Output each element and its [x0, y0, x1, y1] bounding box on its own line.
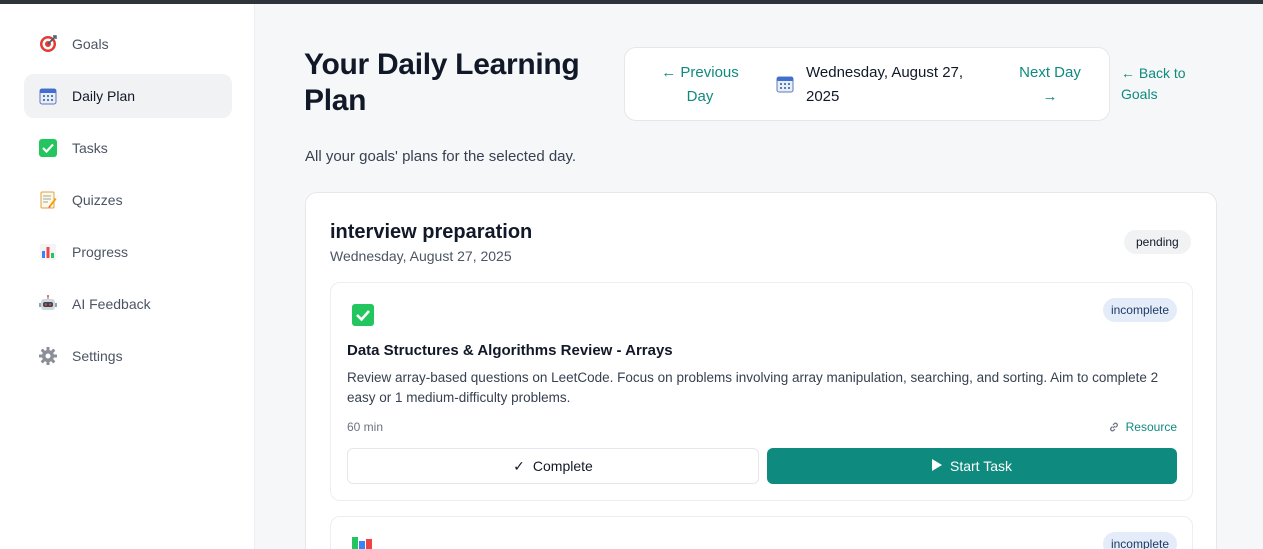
sidebar-item-label: Daily Plan: [72, 88, 136, 104]
play-icon: [932, 458, 942, 474]
link-icon: [1109, 422, 1118, 432]
books-icon: [351, 537, 375, 549]
status-badge: pending: [1124, 230, 1191, 254]
sidebar-item-label: Tasks: [72, 140, 108, 156]
complete-button[interactable]: ✓ Complete: [347, 448, 759, 484]
status-badge: incomplete: [1102, 298, 1177, 322]
resource-label: Resource: [1125, 420, 1177, 434]
checkbox-icon: [351, 303, 375, 327]
next-day-button[interactable]: Next Day →: [1010, 61, 1090, 109]
resource-link[interactable]: Resource: [1108, 420, 1177, 434]
status-badge: incomplete: [1102, 532, 1177, 549]
task-card: incomplete: [330, 516, 1193, 549]
calendar-icon: [38, 86, 58, 106]
bar-chart-icon: [38, 242, 58, 262]
checkbox-icon: [38, 138, 58, 158]
page-title: Your Daily Learning Plan: [304, 48, 580, 117]
sidebar-item-goals[interactable]: Goals: [24, 22, 232, 66]
sidebar-item-daily-plan[interactable]: Daily Plan: [24, 74, 232, 118]
sidebar-item-label: Goals: [72, 36, 109, 52]
sidebar: Goals Daily Plan Tasks Quizzes Progress: [0, 4, 255, 549]
target-icon: [38, 34, 58, 54]
goal-card: interview preparation Wednesday, August …: [305, 192, 1217, 549]
sidebar-item-label: Settings: [72, 348, 123, 364]
checkmark-icon: ✓: [513, 457, 525, 474]
back-to-goals-link[interactable]: ← Back to Goals: [1121, 63, 1211, 105]
start-task-button[interactable]: Start Task: [767, 448, 1177, 484]
task-title: Data Structures & Algorithms Review - Ar…: [347, 342, 673, 359]
sidebar-item-ai-feedback[interactable]: AI Feedback: [24, 282, 232, 326]
sidebar-item-label: Quizzes: [72, 192, 123, 208]
page-subtitle: All your goals' plans for the selected d…: [305, 148, 577, 165]
sidebar-item-settings[interactable]: Settings: [24, 334, 232, 378]
task-card: incomplete Data Structures & Algorithms …: [330, 282, 1193, 501]
goal-title: interview preparation: [330, 221, 533, 243]
sidebar-item-quizzes[interactable]: Quizzes: [24, 178, 232, 222]
task-duration: 60 min: [347, 420, 384, 434]
gear-icon: [38, 346, 58, 366]
sidebar-item-label: AI Feedback: [72, 296, 151, 312]
day-navigator: ← Previous Day Wednesday, August 27, 202…: [624, 47, 1110, 121]
sidebar-item-progress[interactable]: Progress: [24, 230, 232, 274]
goal-date: Wednesday, August 27, 2025: [330, 248, 512, 264]
sidebar-item-label: Progress: [72, 244, 129, 260]
calendar-icon: [775, 74, 795, 94]
start-task-label: Start Task: [950, 458, 1012, 474]
current-date: Wednesday, August 27, 2025: [806, 64, 964, 105]
complete-label: Complete: [532, 458, 593, 474]
sidebar-item-tasks[interactable]: Tasks: [24, 126, 232, 170]
memo-icon: [38, 190, 58, 210]
previous-day-button[interactable]: ← Previous Day: [655, 61, 745, 109]
robot-icon: [38, 294, 58, 314]
task-description: Review array-based questions on LeetCode…: [347, 370, 1159, 405]
sidebar-nav: Goals Daily Plan Tasks Quizzes Progress: [24, 22, 232, 386]
